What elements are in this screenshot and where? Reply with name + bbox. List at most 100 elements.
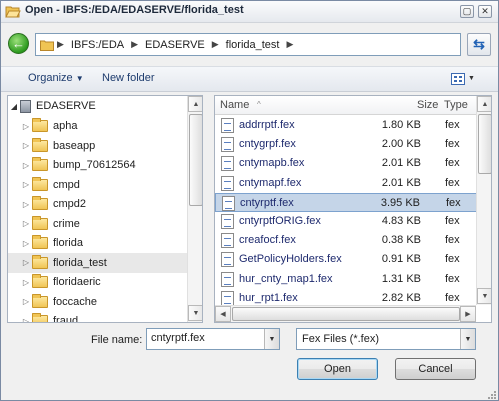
folder-icon bbox=[32, 274, 48, 288]
fex-file-icon bbox=[221, 137, 234, 153]
tree-item-bump-70612564[interactable]: ▷ bump_70612564 bbox=[8, 155, 189, 175]
tree-item-fraud[interactable]: ▷ fraud bbox=[8, 311, 189, 323]
file-type-select[interactable]: Fex Files (*.fex) ▼ bbox=[296, 328, 476, 350]
scroll-down-button[interactable]: ▼ bbox=[477, 288, 491, 304]
file-row[interactable]: cntyrptf.fex 3.95 KB fex bbox=[215, 192, 477, 212]
file-type: fex bbox=[445, 176, 460, 189]
chevron-right-icon[interactable]: ▶ bbox=[209, 39, 222, 50]
file-row[interactable]: hur_cnty_map1.fex 1.31 KB fex bbox=[215, 270, 477, 289]
collapsed-arrow-icon[interactable]: ▷ bbox=[20, 219, 32, 228]
scroll-thumb[interactable] bbox=[189, 114, 202, 206]
collapsed-arrow-icon[interactable]: ▷ bbox=[20, 161, 32, 170]
scroll-up-button[interactable]: ▲ bbox=[188, 96, 202, 112]
tree-item-florida-test[interactable]: ▷ florida_test bbox=[8, 252, 189, 273]
scroll-down-button[interactable]: ▼ bbox=[188, 305, 202, 321]
tree-item-label: apha bbox=[53, 120, 78, 132]
sort-asc-icon: ^ bbox=[257, 100, 261, 109]
tree-item-edaserve[interactable]: ◢ EDASERVE bbox=[8, 96, 189, 116]
folder-icon bbox=[32, 254, 48, 269]
collapsed-arrow-icon[interactable]: ▷ bbox=[20, 122, 32, 131]
cancel-button[interactable]: Cancel bbox=[395, 358, 476, 380]
tree-item-floridaeric[interactable]: ▷ floridaeric bbox=[8, 272, 189, 292]
organize-menu[interactable]: Organize ▼ bbox=[28, 72, 84, 84]
organize-label: Organize bbox=[28, 72, 73, 84]
tree-item-florida[interactable]: ▷ florida bbox=[8, 233, 189, 253]
refresh-button[interactable]: ⇆ bbox=[467, 33, 491, 56]
collapsed-arrow-icon[interactable]: ▷ bbox=[20, 180, 32, 189]
scroll-thumb[interactable] bbox=[232, 307, 460, 321]
tree-item-cmpd[interactable]: ▷ cmpd bbox=[8, 175, 189, 195]
chevron-down-icon: ▼ bbox=[464, 335, 472, 343]
tree-item-label: crime bbox=[53, 217, 80, 230]
file-type: fex bbox=[446, 196, 461, 209]
column-name[interactable]: Name bbox=[220, 99, 249, 111]
tree-item-crime[interactable]: ▷ crime bbox=[8, 214, 189, 234]
tree-item-cmpd2[interactable]: ▷ cmpd2 bbox=[8, 194, 189, 214]
column-type[interactable]: Type bbox=[444, 99, 468, 111]
file-type: fex bbox=[445, 253, 460, 266]
collapsed-arrow-icon[interactable]: ▷ bbox=[20, 239, 32, 248]
file-row[interactable]: cntymapf.fex 2.01 KB fex bbox=[215, 174, 477, 193]
change-view-button[interactable]: ▼ bbox=[451, 70, 479, 87]
tree-item-baseapp[interactable]: ▷ baseapp bbox=[8, 136, 189, 156]
file-row[interactable]: cntygrpf.fex 2.00 KB fex bbox=[215, 135, 477, 154]
collapsed-arrow-icon[interactable]: ▷ bbox=[20, 141, 32, 150]
folder-open-icon bbox=[5, 6, 21, 18]
scroll-thumb[interactable] bbox=[478, 114, 491, 174]
breadcrumb-ibfs-eda[interactable]: IBFS:/EDA bbox=[67, 39, 128, 51]
file-type: fex bbox=[445, 215, 460, 227]
file-size: 0.91 KB bbox=[381, 253, 421, 266]
file-list[interactable]: Name ^ Size Type addrrptf.fex 1.80 KB fex c… bbox=[214, 95, 492, 323]
file-size: 1.80 KB bbox=[381, 119, 421, 131]
collapsed-arrow-icon[interactable]: ▷ bbox=[20, 297, 32, 306]
tree-item-foccache[interactable]: ▷ foccache bbox=[8, 292, 189, 312]
collapsed-arrow-icon[interactable]: ▷ bbox=[20, 200, 32, 209]
column-size[interactable]: Size bbox=[417, 99, 438, 111]
chevron-right-icon[interactable]: ▶ bbox=[283, 39, 296, 50]
file-row[interactable]: cntymapb.fex 2.01 KB fex bbox=[215, 154, 477, 173]
expanded-arrow-icon[interactable]: ◢ bbox=[8, 102, 20, 111]
file-row[interactable]: GetPolicyHolders.fex 0.91 KB fex bbox=[215, 250, 477, 269]
new-folder-button[interactable]: New folder bbox=[102, 72, 155, 84]
file-name-input[interactable]: cntyrptf.fex ▼ bbox=[146, 328, 280, 350]
back-button[interactable]: ← bbox=[8, 33, 29, 54]
open-button[interactable]: Open bbox=[297, 358, 378, 380]
folder-icon bbox=[32, 118, 48, 132]
address-bar[interactable]: ▶ IBFS:/EDA ▶ EDASERVE ▶ florida_test ▶ bbox=[35, 33, 461, 56]
files-vertical-scrollbar[interactable]: ▲ ▼ bbox=[476, 96, 491, 305]
file-size: 4.83 KB bbox=[381, 215, 421, 227]
file-type: fex bbox=[445, 272, 460, 285]
fex-file-icon bbox=[221, 290, 234, 306]
chevron-down-icon: ▼ bbox=[481, 292, 489, 300]
file-type-dropdown-button[interactable]: ▼ bbox=[460, 329, 475, 349]
folder-icon bbox=[32, 235, 48, 249]
nav-scrollbar[interactable]: ▲ ▼ bbox=[187, 96, 202, 322]
chevron-up-icon: ▲ bbox=[481, 100, 489, 108]
file-name: cntymapb.fex bbox=[239, 157, 305, 170]
maximize-button[interactable]: ▢ bbox=[460, 5, 474, 18]
collapsed-arrow-icon[interactable]: ▷ bbox=[20, 278, 32, 287]
chevron-right-icon[interactable]: ▶ bbox=[128, 39, 141, 50]
file-row[interactable]: cntyrptfORIG.fex 4.83 KB fex bbox=[215, 212, 477, 231]
scroll-right-button[interactable]: ▶ bbox=[460, 306, 476, 322]
file-row[interactable]: addrrptf.fex 1.80 KB fex bbox=[215, 116, 477, 135]
resize-grip-icon[interactable] bbox=[486, 389, 496, 399]
tree-item-apha[interactable]: ▷ apha bbox=[8, 116, 189, 136]
file-name-dropdown-button[interactable]: ▼ bbox=[264, 329, 279, 349]
file-name: cntygrpf.fex bbox=[239, 138, 296, 151]
scroll-up-button[interactable]: ▲ bbox=[477, 96, 491, 112]
collapsed-arrow-icon[interactable]: ▷ bbox=[20, 258, 32, 267]
navigation-pane[interactable]: ◢ EDASERVE ▷ apha ▷ baseapp ▷ bump_70612564 ▷ c… bbox=[7, 95, 203, 323]
file-size: 1.31 KB bbox=[381, 272, 421, 285]
file-row[interactable]: creafocf.fex 0.38 KB fex bbox=[215, 231, 477, 250]
chevron-left-icon: ◀ bbox=[220, 311, 226, 318]
close-icon: ✕ bbox=[481, 6, 489, 16]
close-button[interactable]: ✕ bbox=[478, 5, 492, 18]
breadcrumb-edaserve[interactable]: EDASERVE bbox=[141, 39, 209, 51]
file-name: cntyrptf.fex bbox=[240, 196, 294, 209]
scroll-left-button[interactable]: ◀ bbox=[215, 306, 231, 322]
fex-file-icon bbox=[221, 156, 234, 172]
files-horizontal-scrollbar[interactable]: ◀ ▶ bbox=[215, 305, 476, 322]
collapsed-arrow-icon[interactable]: ▷ bbox=[20, 317, 32, 323]
breadcrumb-florida-test[interactable]: florida_test bbox=[222, 39, 284, 51]
